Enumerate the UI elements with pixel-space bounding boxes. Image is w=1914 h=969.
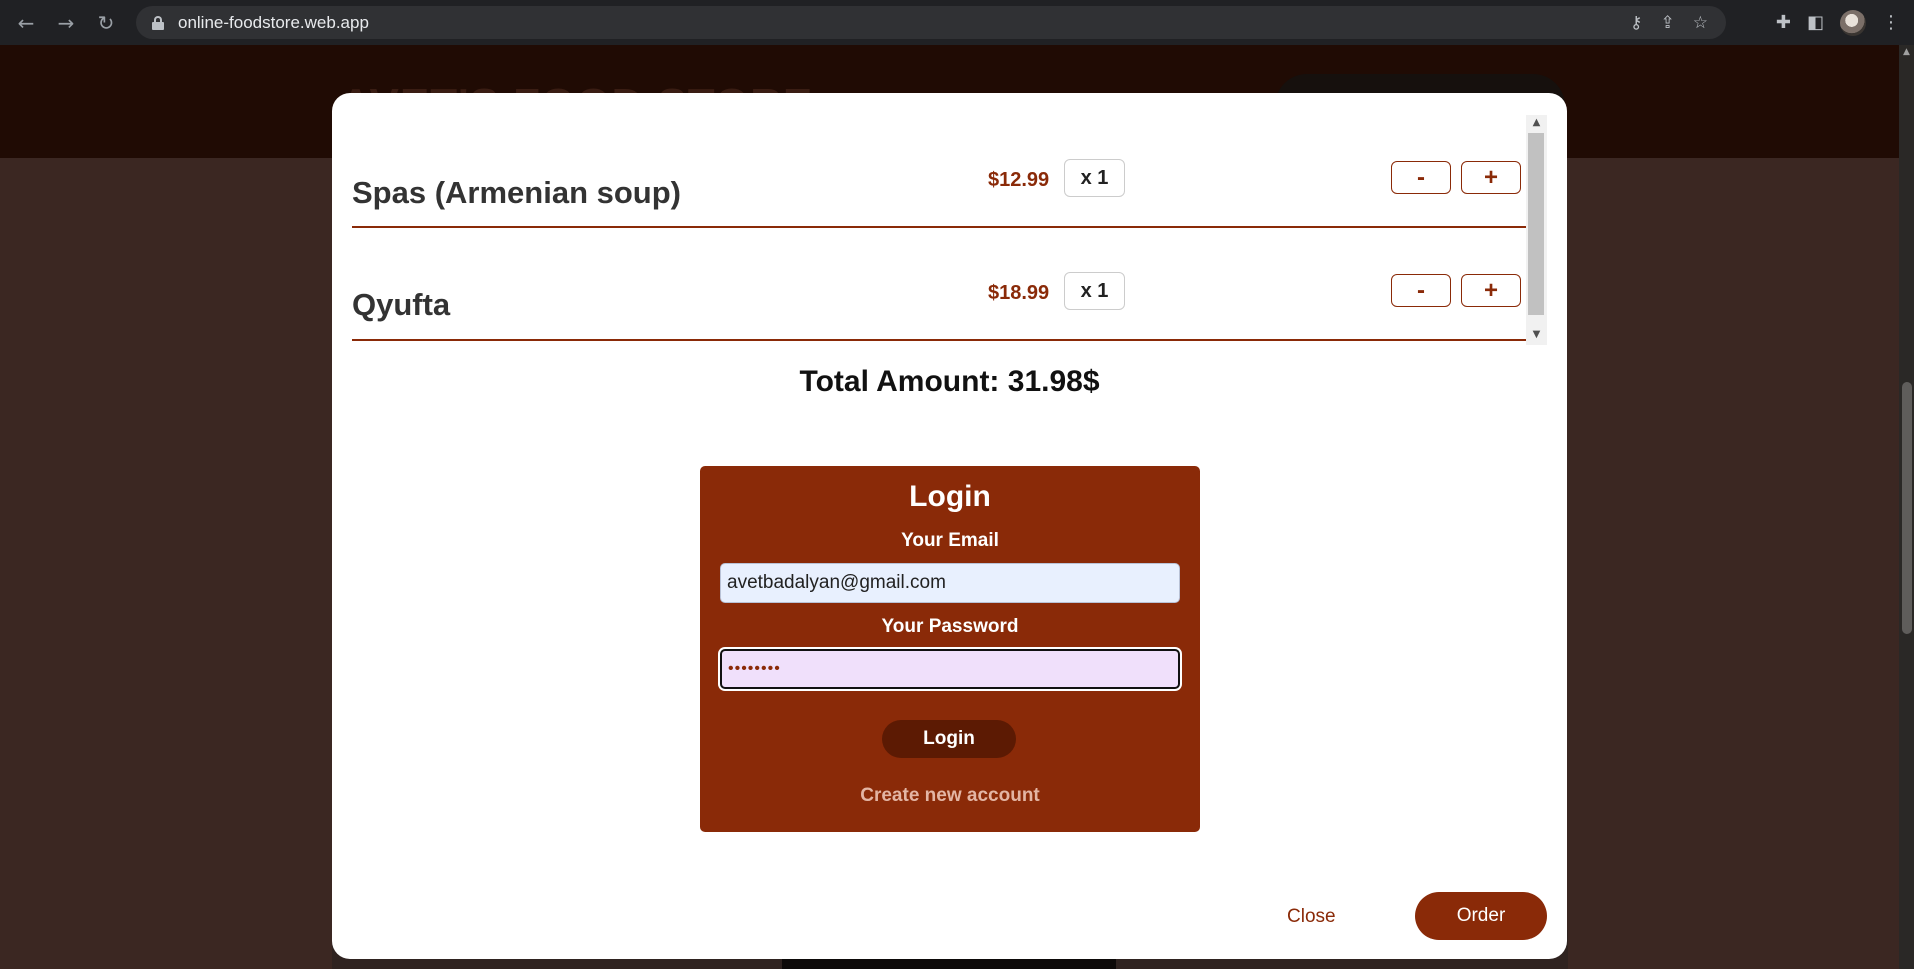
login-title: Login <box>909 480 991 513</box>
address-bar[interactable]: online-foodstore.web.app ⚷ ⇪ ☆ <box>136 6 1726 39</box>
password-label: Your Password <box>881 616 1019 637</box>
decrease-button[interactable]: - <box>1391 161 1451 194</box>
scroll-up-icon[interactable]: ▲ <box>1900 47 1913 59</box>
login-button[interactable]: Login <box>882 720 1016 758</box>
scroll-down-icon[interactable]: ▼ <box>1526 329 1547 340</box>
increase-button[interactable]: + <box>1461 274 1521 307</box>
total-amount: Total Amount: 31.98$ <box>799 365 1100 398</box>
extensions-icon[interactable]: ✚ <box>1776 12 1791 33</box>
cart-modal: Spas (Armenian soup) $12.99 x 1 - + Qyuf… <box>332 93 1567 959</box>
email-label: Your Email <box>901 530 999 551</box>
browser-toolbar: ← → ↻ online-foodstore.web.app ⚷ ⇪ ☆ ✚ ◧… <box>0 0 1914 45</box>
cart-item: Qyufta $18.99 x 1 - + <box>352 228 1526 341</box>
item-quantity: x 1 <box>1064 159 1125 197</box>
item-price: $12.99 <box>988 169 1050 191</box>
cart-item: Spas (Armenian soup) $12.99 x 1 - + <box>352 115 1526 228</box>
order-button[interactable]: Order <box>1415 892 1547 940</box>
item-quantity: x 1 <box>1064 272 1125 310</box>
decrease-button[interactable]: - <box>1391 274 1451 307</box>
item-name: Spas (Armenian soup) <box>352 175 681 210</box>
lock-icon[interactable] <box>152 15 164 30</box>
sidepanel-icon[interactable]: ◧ <box>1807 12 1824 33</box>
item-price: $18.99 <box>988 282 1050 304</box>
increase-button[interactable]: + <box>1461 161 1521 194</box>
create-account-link[interactable]: Create new account <box>700 785 1200 807</box>
share-icon[interactable]: ⇪ <box>1661 13 1675 33</box>
forward-icon[interactable]: → <box>46 0 86 45</box>
url-text[interactable]: online-foodstore.web.app <box>178 13 369 33</box>
reload-icon[interactable]: ↻ <box>86 0 126 45</box>
close-button[interactable]: Close <box>1287 906 1336 928</box>
page-scrollbar-thumb[interactable] <box>1902 382 1912 634</box>
back-icon[interactable]: ← <box>6 0 46 45</box>
cart-scrollbar-thumb[interactable] <box>1528 133 1544 315</box>
password-field[interactable]: •••••••• <box>720 649 1180 689</box>
login-form: Login Your Email avetbadalyan@gmail.com … <box>700 466 1200 832</box>
scroll-up-icon[interactable]: ▲ <box>1526 117 1547 128</box>
star-icon[interactable]: ☆ <box>1693 13 1708 33</box>
email-field[interactable]: avetbadalyan@gmail.com <box>720 563 1180 603</box>
cart-scrollbar[interactable]: ▲ ▼ <box>1526 115 1547 345</box>
avatar[interactable] <box>1840 9 1866 36</box>
item-name: Qyufta <box>352 287 451 322</box>
menu-icon[interactable]: ⋮ <box>1882 12 1900 33</box>
key-icon[interactable]: ⚷ <box>1630 13 1642 33</box>
